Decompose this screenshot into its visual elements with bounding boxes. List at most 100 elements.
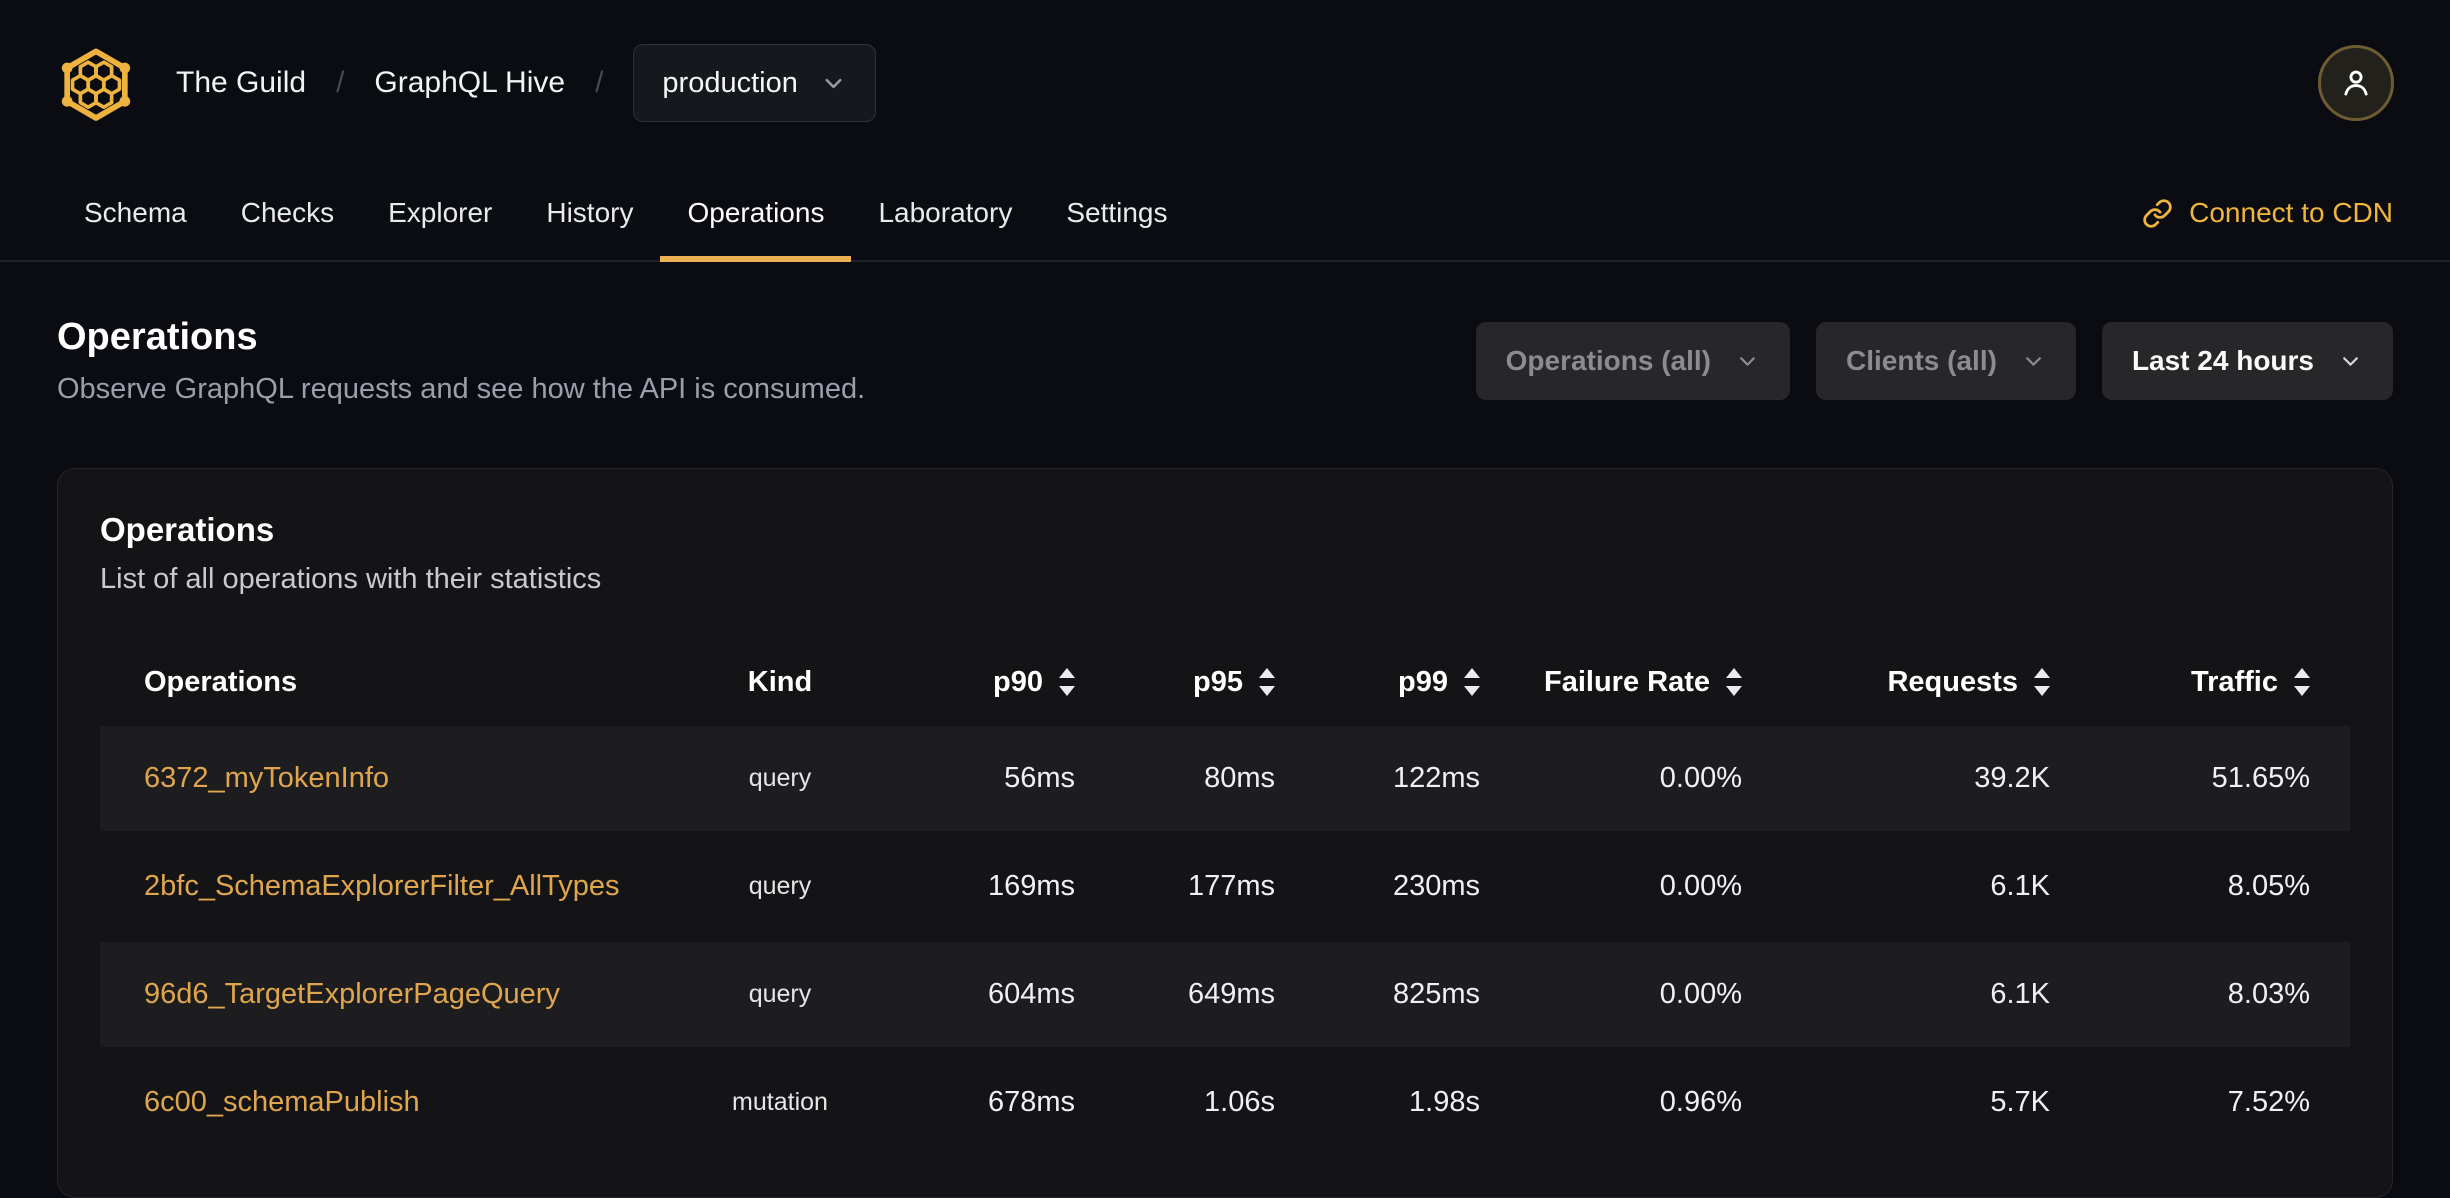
hive-logo-icon[interactable]	[56, 43, 136, 123]
link-icon	[2143, 198, 2172, 228]
sort-icons[interactable]	[1726, 668, 1742, 696]
target-selector[interactable]: production	[633, 44, 876, 122]
operation-traffic: 51.65%	[2211, 762, 2310, 794]
sort-icons[interactable]	[1059, 668, 1075, 696]
column-label: Traffic	[2190, 665, 2278, 698]
operation-traffic: 8.03%	[2227, 978, 2310, 1010]
tab-laboratory[interactable]: Laboratory	[851, 166, 1039, 260]
sort-desc-icon	[1259, 686, 1275, 696]
tab-bar: Schema Checks Explorer History Operation…	[0, 166, 2450, 262]
target-name: production	[662, 66, 798, 99]
operation-p99: 1.98s	[1409, 1086, 1480, 1118]
operation-requests: 5.7K	[1990, 1086, 2050, 1118]
tab-history[interactable]: History	[519, 166, 660, 260]
clients-filter[interactable]: Clients (all)	[1816, 322, 2076, 400]
column-header-p99[interactable]: p99	[1275, 666, 1480, 699]
operation-kind: query	[748, 980, 812, 1008]
sort-icons[interactable]	[1464, 668, 1480, 696]
sort-asc-icon	[2294, 668, 2310, 678]
page-header: Operations Observe GraphQL requests and …	[57, 316, 2393, 406]
chevron-down-icon	[2026, 356, 2041, 366]
breadcrumb-org[interactable]: The Guild	[176, 66, 306, 100]
column-label: p90	[993, 665, 1043, 698]
chevron-down-icon	[825, 78, 842, 88]
chevron-down-icon	[2343, 356, 2358, 366]
breadcrumb-project[interactable]: GraphQL Hive	[374, 66, 565, 100]
column-label: Requests	[1887, 665, 2018, 698]
card-title: Operations	[100, 511, 275, 548]
operation-link[interactable]: 6c00_schemaPublish	[144, 1086, 420, 1118]
sort-desc-icon	[2294, 686, 2310, 696]
user-icon	[2344, 70, 2368, 96]
connect-to-cdn-link[interactable]: Connect to CDN	[2142, 197, 2393, 229]
column-header-kind: Kind	[747, 665, 813, 698]
operation-failure-rate: 0.00%	[1659, 762, 1742, 794]
page-subtitle: Observe GraphQL requests and see how the…	[57, 373, 866, 405]
filter-bar: Operations (all) Clients (all) Last 24 h…	[1475, 322, 2393, 400]
sort-desc-icon	[1059, 686, 1075, 696]
operation-kind: mutation	[732, 1088, 828, 1116]
tab-list: Schema Checks Explorer History Operation…	[57, 166, 1195, 262]
clients-filter-label: Clients (all)	[1846, 345, 1997, 376]
operation-p99: 825ms	[1392, 978, 1480, 1010]
operation-link[interactable]: 6372_myTokenInfo	[144, 762, 389, 794]
sort-icons[interactable]	[2034, 668, 2050, 696]
operation-requests: 6.1K	[1990, 870, 2050, 902]
operations-filter[interactable]: Operations (all)	[1475, 322, 1791, 400]
tab-schema[interactable]: Schema	[57, 166, 214, 260]
column-label: p99	[1398, 665, 1448, 698]
column-header-requests[interactable]: Requests	[1742, 666, 2050, 699]
operation-traffic: 8.05%	[2227, 870, 2310, 902]
operation-traffic: 7.52%	[2227, 1086, 2310, 1118]
period-filter[interactable]: Last 24 hours	[2101, 322, 2393, 400]
operation-p95: 649ms	[1187, 978, 1275, 1010]
column-header-traffic[interactable]: Traffic	[2050, 666, 2350, 699]
cdn-label: Connect to CDN	[2189, 197, 2393, 228]
operation-p90: 604ms	[987, 978, 1075, 1010]
operation-p90: 169ms	[987, 870, 1075, 902]
table-row: 6c00_schemaPublish mutation 678ms 1.06s …	[100, 1050, 2350, 1155]
operation-p99: 230ms	[1392, 870, 1480, 902]
top-bar: The Guild / GraphQL Hive / production	[0, 0, 2450, 166]
sort-desc-icon	[2034, 686, 2050, 696]
operation-failure-rate: 0.96%	[1659, 1086, 1742, 1118]
sort-asc-icon	[1726, 668, 1742, 678]
breadcrumb-separator: /	[336, 66, 345, 99]
breadcrumb: The Guild / GraphQL Hive / production	[56, 43, 876, 123]
operations-filter-label: Operations (all)	[1505, 345, 1712, 376]
operations-table: Operations Kind p90 p95 p99 Failure Rate	[100, 638, 2350, 1155]
column-label: Failure Rate	[1544, 665, 1710, 698]
main-content: Operations Observe GraphQL requests and …	[0, 316, 2450, 1198]
sort-asc-icon	[1464, 668, 1480, 678]
sort-icons[interactable]	[2294, 668, 2310, 696]
tab-settings[interactable]: Settings	[1039, 166, 1194, 260]
operation-failure-rate: 0.00%	[1659, 870, 1742, 902]
sort-desc-icon	[1464, 686, 1480, 696]
column-header-p95[interactable]: p95	[1075, 666, 1275, 699]
chevron-down-icon	[1740, 356, 1755, 366]
operation-kind: query	[748, 872, 812, 900]
column-header-operations: Operations	[144, 665, 298, 698]
page-title: Operations	[57, 316, 258, 358]
table-row: 2bfc_SchemaExplorerFilter_AllTypes query…	[100, 834, 2350, 939]
column-header-failure-rate[interactable]: Failure Rate	[1480, 666, 1742, 699]
tab-explorer[interactable]: Explorer	[361, 166, 519, 260]
user-menu-button[interactable]	[2318, 45, 2394, 121]
operation-link[interactable]: 96d6_TargetExplorerPageQuery	[144, 978, 560, 1010]
operation-p95: 1.06s	[1204, 1086, 1275, 1118]
operations-card: Operations List of all operations with t…	[57, 468, 2393, 1198]
sort-asc-icon	[1259, 668, 1275, 678]
breadcrumb-separator: /	[595, 66, 604, 99]
operation-kind: query	[748, 764, 812, 792]
sort-asc-icon	[1059, 668, 1075, 678]
sort-icons[interactable]	[1259, 668, 1275, 696]
operation-requests: 39.2K	[1974, 762, 2050, 794]
column-header-p90[interactable]: p90	[885, 666, 1075, 699]
operation-requests: 6.1K	[1990, 978, 2050, 1010]
table-row: 6372_myTokenInfo query 56ms 80ms 122ms 0…	[100, 726, 2350, 831]
column-label: p95	[1193, 665, 1243, 698]
operation-p95: 177ms	[1187, 870, 1275, 902]
tab-checks[interactable]: Checks	[214, 166, 361, 260]
operation-link[interactable]: 2bfc_SchemaExplorerFilter_AllTypes	[144, 870, 619, 902]
tab-operations[interactable]: Operations	[660, 166, 852, 262]
